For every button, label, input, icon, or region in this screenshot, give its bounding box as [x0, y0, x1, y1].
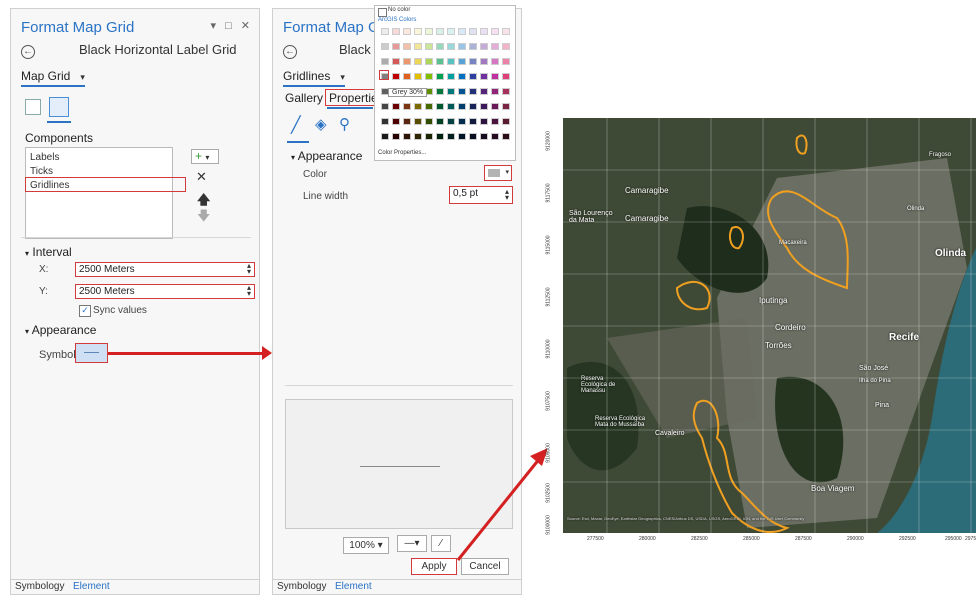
map-label: Pina	[875, 402, 890, 409]
x-tick-label: 287500	[795, 536, 812, 542]
y-tick-label: 9117500	[545, 183, 552, 203]
y-tick-label: 9105000	[545, 443, 552, 463]
map-label: Cavaleiro	[655, 430, 685, 437]
y-tick-label: 9110000	[545, 339, 552, 359]
map-label: Ilha do Pina	[859, 378, 891, 384]
satellite-map[interactable]: Camaragibe São Lourenço da Mata Camaragi…	[545, 118, 976, 546]
y-tick-label: 9100000	[545, 515, 552, 535]
map-label: Recife	[889, 332, 920, 343]
map-label: São José	[859, 365, 889, 372]
map-label: Olinda	[907, 206, 925, 212]
y-tick-label: 9107500	[545, 391, 552, 411]
map-label: Cordeiro	[775, 323, 806, 332]
map-label: Boa Viagem	[811, 484, 855, 493]
x-tick-label: 290000	[847, 536, 864, 542]
map-label: Reserva Ecológica Mata do Mussaíba	[595, 416, 646, 428]
y-tick-label: 9115000	[545, 235, 552, 255]
x-tick-label: 280000	[639, 536, 656, 542]
map-attribution: Source: Esri, Maxar, GeoEye, Earthstar G…	[567, 516, 805, 521]
map-label: Fragoso	[929, 152, 952, 158]
x-tick-label: 277500	[587, 536, 604, 542]
map-label: Iputinga	[759, 296, 788, 305]
map-label: Torrões	[765, 341, 792, 350]
x-tick-label: 295000	[945, 536, 962, 542]
x-tick-label: 285000	[743, 536, 760, 542]
map-label: Camaragibe	[625, 186, 669, 195]
map-label: Olinda	[935, 248, 967, 259]
map-label: São Lourenço da Mata	[569, 210, 613, 224]
x-tick-label: 282500	[691, 536, 708, 542]
map-label: Camaragibe	[625, 214, 669, 223]
y-tick-label: 9112500	[545, 287, 552, 307]
x-tick-label: 297500	[965, 536, 976, 542]
y-tick-label: 9120000	[545, 131, 552, 151]
map-label: Reserva Ecológica de Manassu	[581, 376, 616, 394]
x-tick-label: 292500	[899, 536, 916, 542]
map-label: Macaxeira	[779, 240, 807, 246]
y-tick-label: 9102500	[545, 483, 552, 503]
